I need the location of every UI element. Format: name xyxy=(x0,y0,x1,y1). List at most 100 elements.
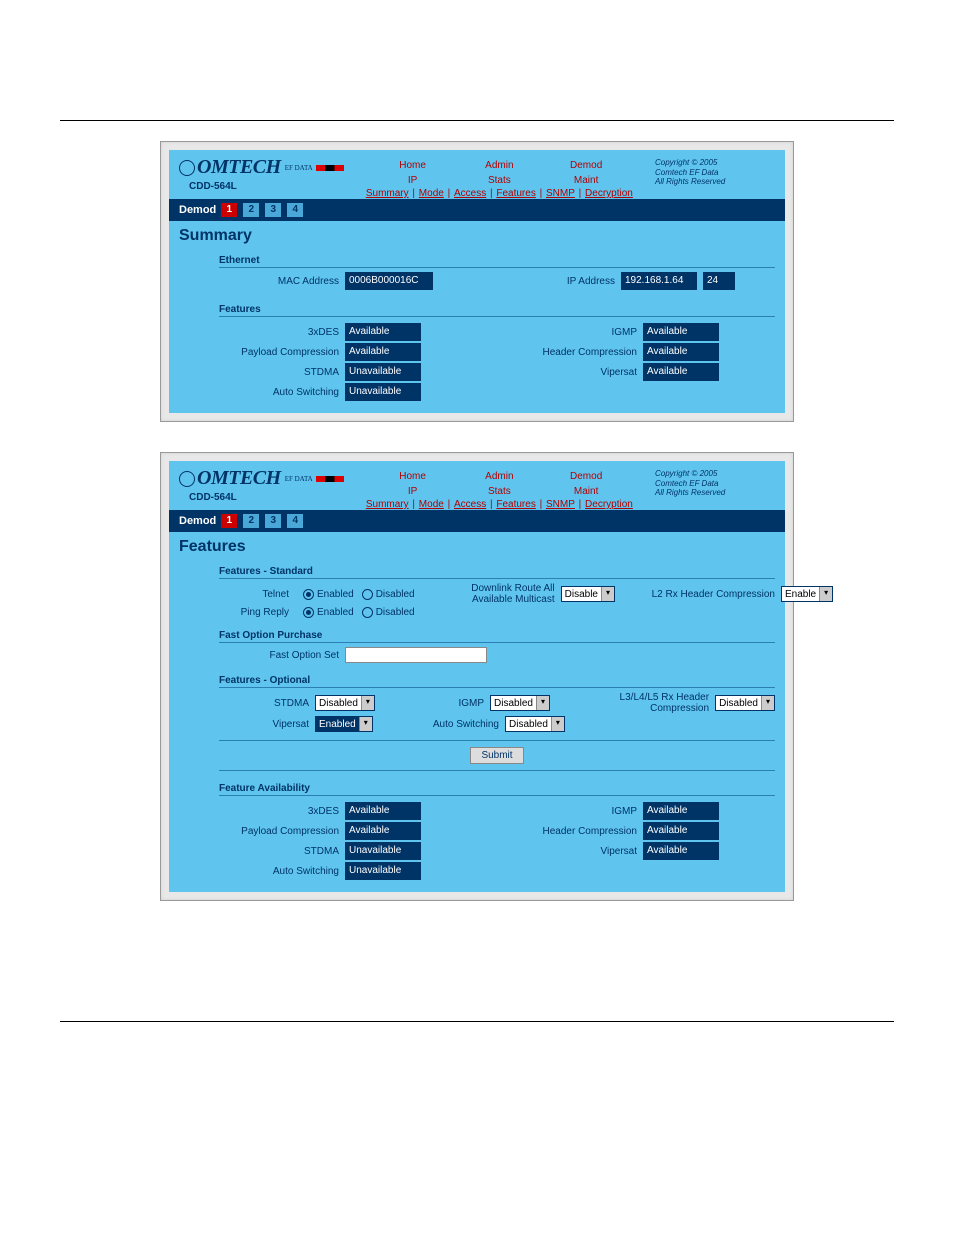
sub-nav: Summary | Mode | Access | Features | SNM… xyxy=(344,188,655,199)
subnav-mode[interactable]: Mode xyxy=(419,188,444,199)
feat-value: Unavailable xyxy=(345,862,421,880)
logo: OMTECHEF DATA xyxy=(179,156,344,179)
chevron-down-icon: ▾ xyxy=(761,696,774,710)
ping-enabled-radio[interactable] xyxy=(303,607,314,618)
feat-value: Unavailable xyxy=(345,842,421,860)
globe-icon xyxy=(179,160,195,176)
demod-label: Demod xyxy=(179,515,216,527)
stdma-label: STDMA xyxy=(219,698,315,709)
mac-label: MAC Address xyxy=(219,276,345,287)
subnav-decryption[interactable]: Decryption xyxy=(585,188,633,199)
demod-tab-3[interactable]: 3 xyxy=(264,202,282,218)
submit-button[interactable]: Submit xyxy=(470,747,523,764)
demod-tab-4[interactable]: 4 xyxy=(286,202,304,218)
igmp-select[interactable]: Disabled▾ xyxy=(490,695,550,711)
subnav-access[interactable]: Access xyxy=(454,499,486,510)
nav-demod[interactable]: Demod xyxy=(544,469,628,484)
page-title: Summary xyxy=(169,221,785,251)
subnav-mode[interactable]: Mode xyxy=(419,499,444,510)
telnet-label: Telnet xyxy=(219,589,295,600)
feat-label: Payload Compression xyxy=(219,826,345,837)
ethernet-header: Ethernet xyxy=(219,251,775,268)
subnav-features[interactable]: Features xyxy=(496,188,535,199)
subnav-snmp[interactable]: SNMP xyxy=(546,499,575,510)
demod-tab-1[interactable]: 1 xyxy=(220,513,238,529)
ip-mask: 24 xyxy=(703,272,735,290)
nav-stats[interactable]: Stats xyxy=(457,484,541,499)
features-header: Features xyxy=(219,300,775,317)
feat-value: Available xyxy=(643,822,719,840)
subnav-summary[interactable]: Summary xyxy=(366,188,409,199)
vipersat-select[interactable]: Enabled▾ xyxy=(315,716,373,732)
feat-value: Available xyxy=(643,343,719,361)
demod-tab-1[interactable]: 1 xyxy=(220,202,238,218)
availability-header: Feature Availability xyxy=(219,779,775,796)
subnav-snmp[interactable]: SNMP xyxy=(546,188,575,199)
feat-label: Auto Switching xyxy=(219,866,345,877)
optional-header: Features - Optional xyxy=(219,671,775,688)
l345-select[interactable]: Disabled▾ xyxy=(715,695,775,711)
demod-tab-4[interactable]: 4 xyxy=(286,513,304,529)
nav-ip[interactable]: IP xyxy=(371,484,455,499)
downlink-select[interactable]: Disable▾ xyxy=(561,586,615,602)
feat-value: Available xyxy=(643,323,719,341)
l2-label: L2 Rx Header Compression xyxy=(635,589,781,600)
ping-disabled-radio[interactable] xyxy=(362,607,373,618)
model-label: CDD-564L xyxy=(189,181,344,192)
autoswitch-select[interactable]: Disabled▾ xyxy=(505,716,565,732)
nav-demod[interactable]: Demod xyxy=(544,158,628,173)
feat-value: Available xyxy=(643,363,719,381)
nav-admin[interactable]: Admin xyxy=(457,469,541,484)
feat-value: Available xyxy=(345,802,421,820)
chevron-down-icon: ▾ xyxy=(361,696,374,710)
page-title: Features xyxy=(169,532,785,562)
telnet-enabled-radio[interactable] xyxy=(303,589,314,600)
nav-ip[interactable]: IP xyxy=(371,173,455,188)
subnav-summary[interactable]: Summary xyxy=(366,499,409,510)
nav-maint[interactable]: Maint xyxy=(544,484,628,499)
demod-selector: Demod 1 2 3 4 xyxy=(169,199,785,221)
feat-label: IGMP xyxy=(517,327,643,338)
stripe-icon xyxy=(316,165,344,171)
fast-option-input[interactable] xyxy=(345,647,487,663)
nav-admin[interactable]: Admin xyxy=(457,158,541,173)
screenshot-summary-panel: OMTECHEF DATA CDD-564L Home Admin Demod … xyxy=(160,141,794,422)
stdma-select[interactable]: Disabled▾ xyxy=(315,695,375,711)
chevron-down-icon: ▾ xyxy=(536,696,549,710)
telnet-disabled-radio[interactable] xyxy=(362,589,373,600)
vipersat-label: Vipersat xyxy=(219,719,315,730)
feat-label: STDMA xyxy=(219,367,345,378)
model-label: CDD-564L xyxy=(189,492,344,503)
fast-label: Fast Option Set xyxy=(219,650,345,661)
feat-value: Unavailable xyxy=(345,363,421,381)
copyright: Copyright © 2005 Comtech EF Data All Rig… xyxy=(655,156,775,187)
demod-tab-2[interactable]: 2 xyxy=(242,202,260,218)
feat-value: Unavailable xyxy=(345,383,421,401)
feat-label: Payload Compression xyxy=(219,347,345,358)
demod-tab-3[interactable]: 3 xyxy=(264,513,282,529)
nav-home[interactable]: Home xyxy=(371,158,455,173)
subnav-decryption[interactable]: Decryption xyxy=(585,499,633,510)
feat-value: Available xyxy=(345,822,421,840)
feat-value: Available xyxy=(643,842,719,860)
demod-tab-2[interactable]: 2 xyxy=(242,513,260,529)
sub-nav: Summary | Mode | Access | Features | SNM… xyxy=(344,499,655,510)
standard-header: Features - Standard xyxy=(219,562,775,579)
l2-select[interactable]: Enable▾ xyxy=(781,586,833,602)
feat-label: STDMA xyxy=(219,846,345,857)
feat-label: 3xDES xyxy=(219,806,345,817)
feat-label: Header Compression xyxy=(517,826,643,837)
copyright: Copyright © 2005 Comtech EF Data All Rig… xyxy=(655,467,775,498)
fast-header: Fast Option Purchase xyxy=(219,626,775,643)
ping-label: Ping Reply xyxy=(219,607,295,618)
subnav-features[interactable]: Features xyxy=(496,499,535,510)
nav-stats[interactable]: Stats xyxy=(457,173,541,188)
screenshot-features-panel: OMTECHEF DATA CDD-564L Home Admin Demod … xyxy=(160,452,794,901)
feat-value: Available xyxy=(643,802,719,820)
subnav-access[interactable]: Access xyxy=(454,188,486,199)
nav-maint[interactable]: Maint xyxy=(544,173,628,188)
feat-label: Auto Switching xyxy=(219,387,345,398)
feat-value: Available xyxy=(345,323,421,341)
main-nav: Home Admin Demod IP Stats Maint xyxy=(344,158,655,188)
nav-home[interactable]: Home xyxy=(371,469,455,484)
